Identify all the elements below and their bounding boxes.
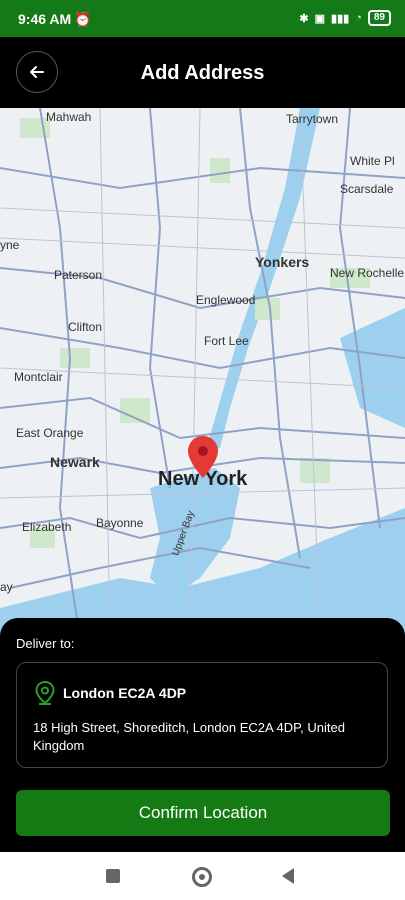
signal-icon: ▮▮▮ [331, 12, 350, 25]
map-label-elizabeth: Elizabeth [22, 520, 72, 534]
status-icons: ✱ ▣ ▮▮▮ ◔ 89 [299, 10, 391, 26]
map-label-bayonne: Bayonne [96, 516, 144, 530]
status-bar: 9:46 AM ⏰ ✱ ▣ ▮▮▮ ◔ 89 [0, 0, 405, 37]
map-label-montclair: Montclair [14, 370, 63, 384]
map-label-mahwah: Mahwah [46, 110, 92, 124]
map-label-fort-lee: Fort Lee [204, 334, 249, 348]
address-detail: 18 High Street, Shoreditch, London EC2A … [33, 720, 345, 753]
volte-icon: ▣ [314, 12, 326, 25]
map-label-edge: ay [0, 580, 13, 594]
bluetooth-icon: ✱ [299, 12, 309, 25]
status-time: 9:46 AM [18, 11, 72, 27]
deliver-to-label: Deliver to: [16, 636, 75, 651]
map-label-newark: Newark [50, 454, 100, 470]
confirm-location-button[interactable]: Confirm Location [16, 790, 390, 836]
map-label-east-orange: East Orange [16, 426, 84, 440]
map-label-white-plains: White Pl [350, 154, 395, 168]
map-label-yonkers: Yonkers [255, 254, 310, 270]
map-label-wayne: yne [0, 238, 20, 252]
app-header: Add Address [0, 37, 405, 108]
address-card[interactable]: London EC2A 4DP 18 High Street, Shoredit… [16, 662, 388, 768]
triangle-back-icon[interactable] [282, 868, 294, 884]
map-label-new-rochelle: New Rochelle [330, 266, 405, 280]
map-label-paterson: Paterson [54, 268, 103, 282]
alarm-icon: ⏰ [74, 11, 92, 27]
square-icon[interactable] [106, 869, 120, 883]
page-title: Add Address [140, 62, 265, 84]
address-sheet: Deliver to: London EC2A 4DP 18 High Stre… [0, 618, 405, 852]
map-label-englewood: Englewood [196, 293, 256, 307]
system-nav-bar [0, 852, 405, 900]
battery-icon: 89 [367, 10, 391, 26]
battery-level: 89 [373, 12, 385, 23]
circle-icon[interactable] [192, 867, 212, 887]
address-title: London EC2A 4DP [63, 685, 187, 701]
map-view[interactable]: Mahwah Tarrytown White Pl Scarsdale yne … [0, 108, 405, 638]
location-pin-icon [35, 681, 55, 705]
map-label-scarsdale: Scarsdale [340, 182, 394, 196]
map-label-clifton: Clifton [68, 320, 103, 334]
map-pin-icon[interactable] [188, 436, 218, 478]
map-label-tarrytown: Tarrytown [286, 112, 339, 126]
wifi-icon: ◔ [355, 12, 362, 24]
